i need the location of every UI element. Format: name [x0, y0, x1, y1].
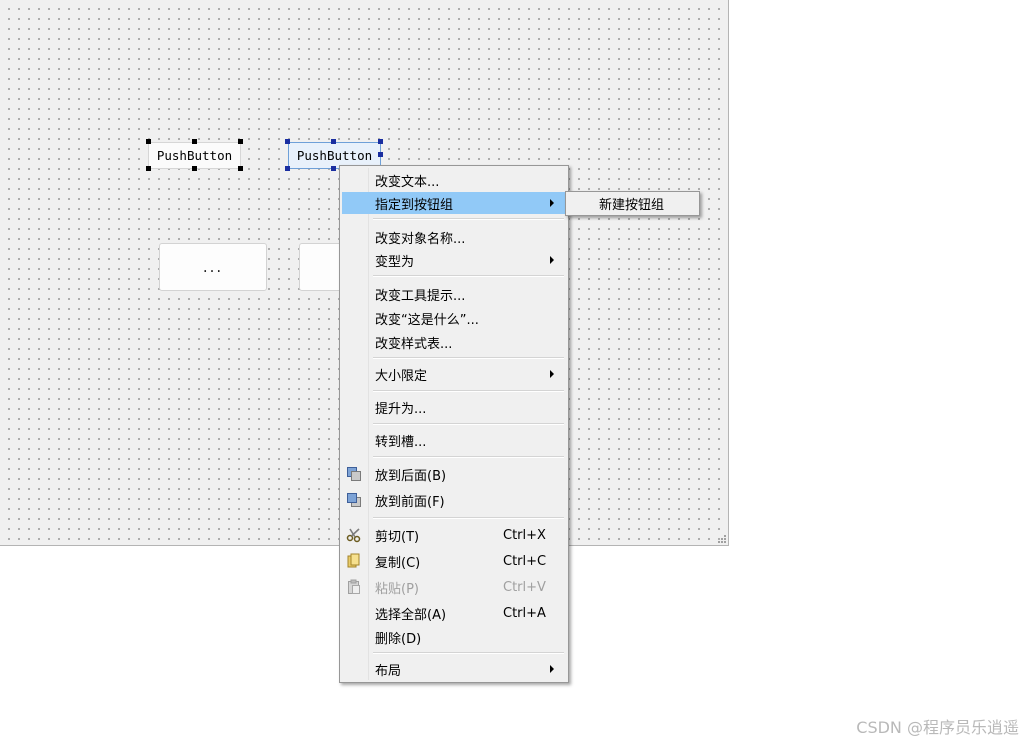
menu-item-label: 提升为... — [375, 401, 427, 417]
menu-separator — [373, 218, 564, 220]
menu-item-label: 变型为 — [375, 254, 415, 270]
menu-item-change-text[interactable]: 改变文本... — [342, 169, 566, 191]
menu-item-layout[interactable]: 布局 — [342, 658, 566, 680]
menu-separator — [373, 517, 564, 519]
menu-item-paste[interactable]: 粘贴(P) Ctrl+V — [342, 576, 566, 598]
menu-item-label: 布局 — [375, 663, 402, 679]
submenu-arrow-icon — [550, 256, 554, 264]
menu-item-label: 放到前面(F) — [375, 494, 445, 510]
menu-item-shortcut: Ctrl+V — [503, 579, 546, 595]
menu-item-change-object-name[interactable]: 改变对象名称... — [342, 226, 566, 248]
menu-item-send-to-back[interactable]: 放到后面(B) — [342, 463, 566, 485]
menu-item-label: 转到槽... — [375, 434, 427, 450]
menu-item-label: 剪切(T) — [375, 529, 420, 545]
menu-item-new-button-group[interactable]: 新建按钮组 — [568, 193, 697, 214]
menu-item-change-tooltip[interactable]: 改变工具提示... — [342, 283, 566, 305]
scissors-icon — [346, 528, 361, 543]
selection-handle[interactable] — [192, 166, 197, 171]
menu-item-shortcut: Ctrl+X — [503, 527, 546, 543]
menu-item-change-whats-this[interactable]: 改变“这是什么”... — [342, 307, 566, 329]
context-menu: 改变文本... 指定到按钮组 改变对象名称... 变型为 改变工具提示... 改… — [339, 165, 569, 683]
menu-item-promote-to[interactable]: 提升为... — [342, 396, 566, 418]
menu-item-cut[interactable]: 剪切(T) Ctrl+X — [342, 524, 566, 546]
menu-separator — [373, 357, 564, 359]
menu-item-label: 改变文本... — [375, 174, 440, 190]
menu-item-label: 指定到按钮组 — [375, 197, 454, 213]
menu-item-assign-button-group[interactable]: 指定到按钮组 — [342, 192, 566, 214]
menu-item-label: 粘贴(P) — [375, 581, 419, 597]
push-button-2-label: PushButton — [296, 148, 373, 163]
menu-item-change-stylesheet[interactable]: 改变样式表... — [342, 331, 566, 353]
selection-handle[interactable] — [192, 139, 197, 144]
menu-item-morph-into[interactable]: 变型为 — [342, 249, 566, 271]
menu-separator — [373, 652, 564, 654]
send-to-back-icon — [347, 467, 361, 481]
menu-item-go-to-slot[interactable]: 转到槽... — [342, 429, 566, 451]
tool-button-1-label: ... — [202, 258, 224, 276]
selection-handle[interactable] — [378, 139, 383, 144]
menu-item-size-constraints[interactable]: 大小限定 — [342, 363, 566, 385]
menu-item-label: 改变工具提示... — [375, 288, 466, 304]
menu-item-label: 改变样式表... — [375, 336, 453, 352]
selection-handle[interactable] — [238, 139, 243, 144]
menu-item-select-all[interactable]: 选择全部(A) Ctrl+A — [342, 602, 566, 624]
menu-item-bring-to-front[interactable]: 放到前面(F) — [342, 489, 566, 511]
submenu-arrow-icon — [550, 199, 554, 207]
selection-handle[interactable] — [285, 166, 290, 171]
menu-item-label: 改变“这是什么”... — [375, 312, 479, 328]
submenu-arrow-icon — [550, 665, 554, 673]
size-grip-icon[interactable] — [716, 533, 726, 543]
menu-item-copy[interactable]: 复制(C) Ctrl+C — [342, 550, 566, 572]
push-button-1-label: PushButton — [156, 148, 233, 163]
selection-handle[interactable] — [146, 166, 151, 171]
menu-item-shortcut: Ctrl+C — [503, 553, 547, 569]
menu-item-delete[interactable]: 删除(D) — [342, 626, 566, 648]
menu-item-shortcut: Ctrl+A — [503, 605, 546, 621]
menu-item-label: 复制(C) — [375, 555, 421, 571]
menu-separator — [373, 456, 564, 458]
menu-separator — [373, 275, 564, 277]
menu-item-label: 改变对象名称... — [375, 231, 466, 247]
menu-separator — [373, 423, 564, 425]
push-button-1[interactable]: PushButton — [148, 142, 241, 169]
selection-handle[interactable] — [331, 166, 336, 171]
selection-handle[interactable] — [146, 139, 151, 144]
menu-item-label: 选择全部(A) — [375, 607, 447, 623]
menu-separator — [373, 390, 564, 392]
submenu-arrow-icon — [550, 370, 554, 378]
selection-handle[interactable] — [285, 139, 290, 144]
copy-icon — [347, 553, 360, 568]
watermark: CSDN @程序员乐逍遥 — [856, 718, 1019, 737]
paste-icon — [348, 579, 360, 594]
menu-item-label: 放到后面(B) — [375, 468, 447, 484]
menu-item-label: 新建按钮组 — [599, 198, 665, 213]
button-group-submenu: 新建按钮组 — [565, 191, 700, 216]
menu-item-label: 大小限定 — [375, 368, 428, 384]
selection-handle[interactable] — [378, 152, 383, 157]
tool-button-1[interactable]: ... — [159, 243, 267, 291]
selection-handle[interactable] — [238, 166, 243, 171]
selection-handle[interactable] — [331, 139, 336, 144]
menu-item-label: 删除(D) — [375, 631, 422, 647]
bring-to-front-icon — [347, 493, 361, 507]
